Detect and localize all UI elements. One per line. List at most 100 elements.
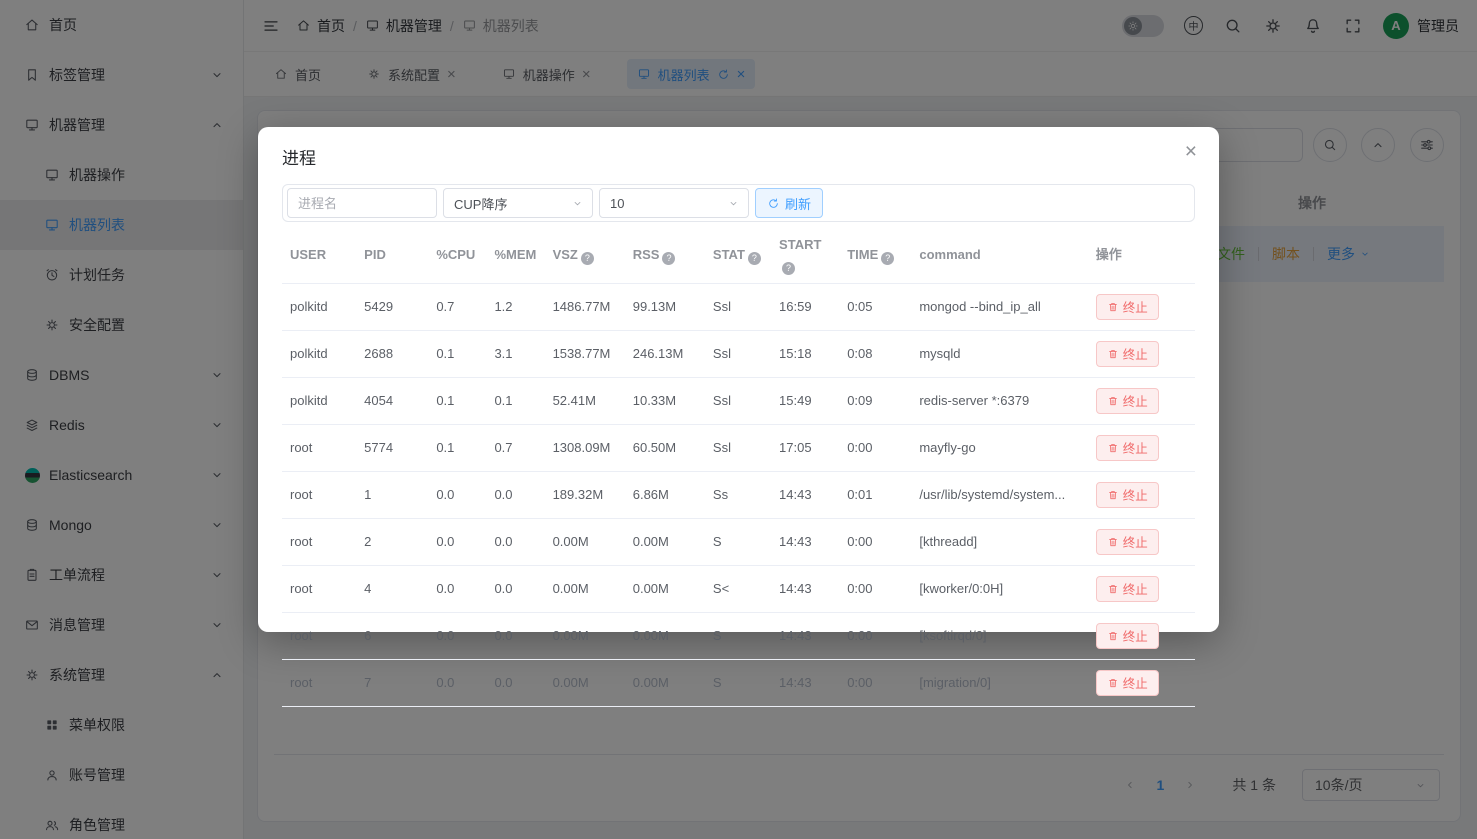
process-cell: mongod --bind_ip_all bbox=[911, 283, 1087, 330]
dialog-title: 进程 bbox=[282, 144, 1195, 169]
process-cell: 0.0 bbox=[486, 518, 544, 565]
process-cell: polkitd bbox=[282, 330, 356, 377]
process-cell: 0.0 bbox=[428, 518, 486, 565]
chevron-down-icon bbox=[571, 197, 584, 210]
column-header: STAT? bbox=[705, 227, 771, 283]
process-cell: 16:59 bbox=[771, 283, 839, 330]
process-cell: 0:09 bbox=[839, 377, 911, 424]
count-select[interactable]: 10 bbox=[599, 188, 749, 218]
process-cell: 17:05 bbox=[771, 424, 839, 471]
process-row: root20.00.00.00M0.00MS14:430:00[kthreadd… bbox=[282, 518, 1195, 565]
process-cell: 0.0 bbox=[486, 659, 544, 706]
process-cell: 0.1 bbox=[486, 377, 544, 424]
process-row: polkitd40540.10.152.41M10.33MSsl15:490:0… bbox=[282, 377, 1195, 424]
process-cell: 246.13M bbox=[625, 330, 705, 377]
process-cell: 2688 bbox=[356, 330, 428, 377]
process-cell: 4054 bbox=[356, 377, 428, 424]
process-cell: Ss bbox=[705, 471, 771, 518]
column-header: command bbox=[911, 227, 1087, 283]
process-cell: 14:43 bbox=[771, 565, 839, 612]
process-cell: /usr/lib/systemd/system... bbox=[911, 471, 1087, 518]
close-icon[interactable]: × bbox=[1185, 141, 1197, 162]
sort-select[interactable]: CUP降序 bbox=[443, 188, 593, 218]
column-header: TIME? bbox=[839, 227, 911, 283]
column-header: 操作 bbox=[1088, 227, 1195, 283]
process-cell: S bbox=[705, 518, 771, 565]
help-icon: ? bbox=[748, 252, 761, 265]
process-cell: Ssl bbox=[705, 283, 771, 330]
process-cell: 0.0 bbox=[486, 612, 544, 659]
process-cell: Ssl bbox=[705, 377, 771, 424]
process-row: root57740.10.71308.09M60.50MSsl17:050:00… bbox=[282, 424, 1195, 471]
process-cell: 0.00M bbox=[625, 565, 705, 612]
trash-icon bbox=[1107, 442, 1119, 454]
trash-icon bbox=[1107, 301, 1119, 313]
chevron-down-icon bbox=[727, 197, 740, 210]
terminate-button[interactable]: 终止 bbox=[1096, 388, 1159, 414]
process-cell: 0.00M bbox=[545, 518, 625, 565]
process-cell: 4 bbox=[356, 565, 428, 612]
process-cell: 0.0 bbox=[428, 565, 486, 612]
terminate-button[interactable]: 终止 bbox=[1096, 623, 1159, 649]
process-cell: [kworker/0:0H] bbox=[911, 565, 1087, 612]
process-cell: 0.7 bbox=[428, 283, 486, 330]
process-cell: S< bbox=[705, 565, 771, 612]
process-cell: polkitd bbox=[282, 377, 356, 424]
process-cell: 0.00M bbox=[625, 518, 705, 565]
terminate-button[interactable]: 终止 bbox=[1096, 482, 1159, 508]
process-cell: Ssl bbox=[705, 330, 771, 377]
count-select-value: 10 bbox=[610, 196, 624, 211]
process-cell: 6.86M bbox=[625, 471, 705, 518]
process-cell: 1 bbox=[356, 471, 428, 518]
process-cell: 0.0 bbox=[428, 612, 486, 659]
process-cell: [migration/0] bbox=[911, 659, 1087, 706]
column-header: PID bbox=[356, 227, 428, 283]
process-actions-cell: 终止 bbox=[1088, 283, 1195, 330]
terminate-button[interactable]: 终止 bbox=[1096, 341, 1159, 367]
help-icon: ? bbox=[782, 262, 795, 275]
trash-icon bbox=[1107, 536, 1119, 548]
process-cell: 1308.09M bbox=[545, 424, 625, 471]
terminate-button[interactable]: 终止 bbox=[1096, 294, 1159, 320]
process-cell: 0.0 bbox=[428, 471, 486, 518]
process-cell: root bbox=[282, 518, 356, 565]
process-cell: Ssl bbox=[705, 424, 771, 471]
process-dialog: 进程 × CUP降序 10 刷新 USERPID%CPU%MEMVSZ?RSS?… bbox=[258, 127, 1219, 632]
refresh-icon bbox=[767, 197, 780, 210]
column-header: VSZ? bbox=[545, 227, 625, 283]
process-cell: 1538.77M bbox=[545, 330, 625, 377]
process-actions-cell: 终止 bbox=[1088, 518, 1195, 565]
process-cell: 0.1 bbox=[428, 377, 486, 424]
process-cell: 14:43 bbox=[771, 612, 839, 659]
terminate-button[interactable]: 终止 bbox=[1096, 435, 1159, 461]
process-cell: 3.1 bbox=[486, 330, 544, 377]
process-row: polkitd26880.13.11538.77M246.13MSsl15:18… bbox=[282, 330, 1195, 377]
process-cell: 7 bbox=[356, 659, 428, 706]
process-cell: 15:49 bbox=[771, 377, 839, 424]
process-cell: 6 bbox=[356, 612, 428, 659]
process-cell: 0:01 bbox=[839, 471, 911, 518]
refresh-button[interactable]: 刷新 bbox=[755, 188, 823, 218]
process-cell: [kthreadd] bbox=[911, 518, 1087, 565]
trash-icon bbox=[1107, 630, 1119, 642]
process-cell: 14:43 bbox=[771, 659, 839, 706]
process-cell: S bbox=[705, 612, 771, 659]
process-cell: 99.13M bbox=[625, 283, 705, 330]
process-cell: 0.0 bbox=[428, 659, 486, 706]
process-cell: 15:18 bbox=[771, 330, 839, 377]
process-cell: root bbox=[282, 659, 356, 706]
process-cell: 0.7 bbox=[486, 424, 544, 471]
process-name-input[interactable] bbox=[287, 188, 437, 218]
process-cell: 0.00M bbox=[625, 659, 705, 706]
process-cell: root bbox=[282, 424, 356, 471]
process-cell: 0:00 bbox=[839, 565, 911, 612]
process-cell: 10.33M bbox=[625, 377, 705, 424]
process-cell: root bbox=[282, 565, 356, 612]
trash-icon bbox=[1107, 583, 1119, 595]
terminate-button[interactable]: 终止 bbox=[1096, 529, 1159, 555]
column-header: START? bbox=[771, 227, 839, 283]
process-table: USERPID%CPU%MEMVSZ?RSS?STAT?START?TIME?c… bbox=[282, 227, 1195, 707]
terminate-button[interactable]: 终止 bbox=[1096, 576, 1159, 602]
terminate-button[interactable]: 终止 bbox=[1096, 670, 1159, 696]
process-cell: root bbox=[282, 471, 356, 518]
